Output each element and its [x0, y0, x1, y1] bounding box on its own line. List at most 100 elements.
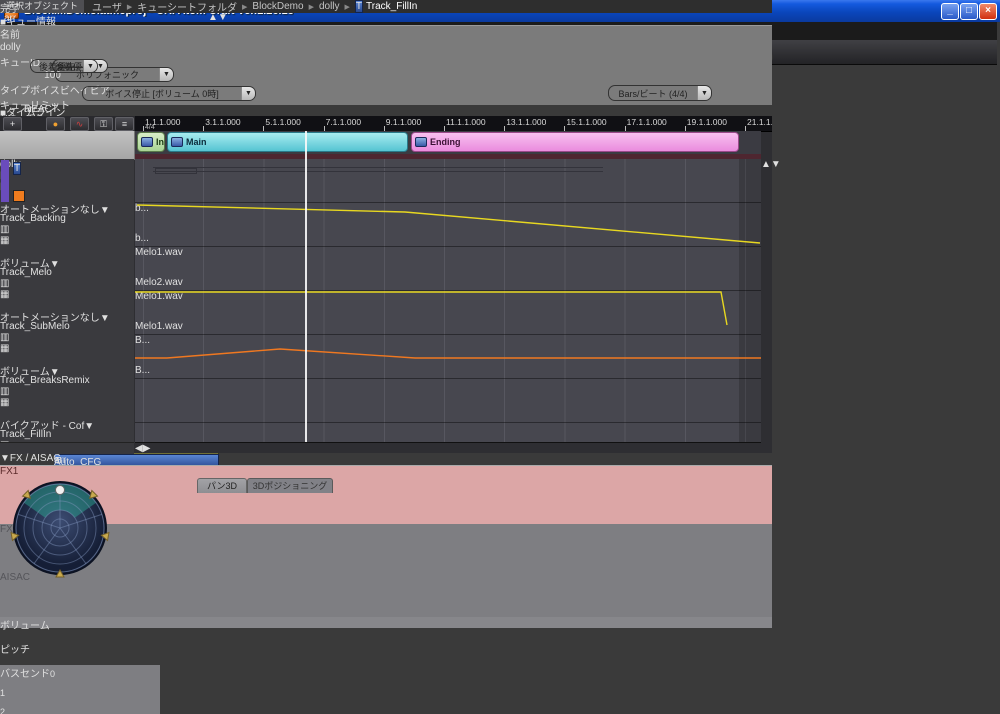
ruler-tick-label: 9.1.1.000: [386, 117, 421, 127]
clip[interactable]: Melo1.wav: [135, 247, 259, 277]
clip[interactable]: Melo2.wav: [135, 277, 257, 291]
clip-label: Melo2.wav: [135, 277, 183, 288]
fx-volume-slider[interactable]: [0, 632, 118, 641]
bus-send-slider[interactable]: [0, 699, 90, 707]
track-lane[interactable]: [135, 423, 761, 442]
priority-type-select-value: 後着優先: [31, 60, 83, 73]
pan3d-tab[interactable]: パン3D: [197, 478, 247, 493]
minimize-button[interactable]: _: [941, 3, 959, 20]
track-mute-button[interactable]: ▥: [0, 386, 134, 397]
ruler-tick-label: 5.1.1.000: [265, 117, 300, 127]
clip-header: B...: [135, 365, 165, 376]
timeline-v-scrollbar[interactable]: ▲▼: [761, 159, 772, 442]
lane-marker: [155, 168, 197, 174]
record-button[interactable]: ●: [46, 117, 65, 131]
track-header[interactable]: TTrack_Backing▥▦ボリューム▼: [0, 213, 134, 267]
timeline-ruler[interactable]: 1.1.1.0003.1.1.0005.1.1.0007.1.1.0009.1.…: [135, 116, 772, 132]
chevron-down-icon[interactable]: ▼: [241, 87, 255, 100]
timeline-toolbar: + ● ∿ ⚿≡: [0, 116, 135, 131]
breadcrumb-item[interactable]: キューシートフォルダ: [137, 0, 237, 14]
track-icon: T: [13, 162, 21, 175]
clip[interactable]: B...: [135, 335, 165, 365]
chevron-down-icon[interactable]: ▼: [84, 421, 94, 432]
track-grid-button[interactable]: ▦: [0, 343, 134, 354]
track-grid-button[interactable]: ▦: [0, 289, 134, 300]
voice-behavior-select-value: ボイス停止 [ボリューム 0時]: [83, 87, 241, 100]
chevron-down-icon[interactable]: ▼: [697, 86, 711, 100]
aisac-tab[interactable]: AISAC: [0, 572, 772, 617]
track-lane[interactable]: Melo1.wavMelo2.wavMelo1.wavMelo1.wavMelo…: [135, 247, 761, 291]
app-window: BlockIMDemo.atmcproj - CRI Atom Craft Ve…: [0, 0, 1000, 714]
block[interactable]: In: [137, 132, 165, 152]
close-button[interactable]: ×: [979, 3, 997, 20]
breadcrumb-item[interactable]: dolly: [319, 1, 340, 12]
fx-volume-label: ボリューム: [0, 621, 50, 632]
playhead[interactable]: [305, 131, 307, 442]
priority-type-select[interactable]: 後着優先▼: [30, 59, 98, 73]
track-volume-slider[interactable]: [0, 300, 70, 309]
automation-select[interactable]: ボリューム▼: [0, 255, 100, 267]
pan-3d-positioning-tab[interactable]: 3Dポジショニング: [247, 478, 333, 493]
track-volume-slider[interactable]: [0, 192, 70, 201]
track-lane[interactable]: Melo1.wavMelo1.wavMelo1.wavMelo1.wav: [135, 291, 761, 335]
waveform: [135, 433, 149, 442]
lock-button[interactable]: ⚿: [94, 117, 113, 131]
clip-label: B...: [135, 335, 150, 346]
track-volume-slider[interactable]: [0, 354, 70, 363]
automation-select[interactable]: バイクアッド - Cof▼: [0, 417, 100, 429]
breadcrumb-item[interactable]: ユーザ: [92, 0, 122, 14]
pan-circle[interactable]: [10, 478, 110, 578]
track-header[interactable]: TTrack_Melo▥▦オートメーションなし▼: [0, 267, 134, 321]
track-grid-button[interactable]: ▦: [0, 235, 134, 246]
block[interactable]: Ending: [411, 132, 739, 152]
track-volume-slider[interactable]: [0, 408, 70, 417]
track-grid-button[interactable]: ▦: [0, 397, 134, 408]
track-lane[interactable]: b...b...b...b...b...b...b...b...b...b...…: [135, 203, 761, 247]
display-unit-select[interactable]: Bars/ビート (4/4)▼: [608, 85, 712, 101]
breadcrumb-item[interactable]: Track_FillIn: [366, 1, 417, 12]
clip[interactable]: [135, 423, 149, 442]
clip-label: Melo1.wav: [135, 247, 183, 258]
list-view-button[interactable]: ≡: [115, 117, 134, 131]
scroll-thumb[interactable]: [761, 170, 772, 345]
clip-header: Melo1.wav: [135, 321, 195, 332]
add-track-button[interactable]: +: [3, 117, 22, 131]
track-header[interactable]: TTrack_BreaksRemix▥▦バイクアッド - Cof▼: [0, 375, 134, 429]
offtrack-shade: [739, 159, 761, 442]
track-content-area[interactable]: b...b...b...b...b...b...b...b...b...b...…: [135, 159, 761, 442]
bus-send-slider[interactable]: [0, 680, 90, 688]
scroll-up-button[interactable]: ▲: [761, 159, 771, 170]
track-lane[interactable]: B...B...B...B...B...B...B...B...: [135, 335, 761, 379]
automation-select[interactable]: オートメーションなし▼: [0, 309, 114, 321]
automation-select[interactable]: ボリューム▼: [0, 363, 100, 375]
scroll-down-button[interactable]: ▼: [771, 159, 781, 170]
chevron-down-icon[interactable]: ▼: [100, 205, 110, 216]
block[interactable]: Main: [167, 132, 408, 152]
maximize-button[interactable]: □: [960, 3, 978, 20]
breadcrumb-item[interactable]: BlockDemo: [252, 1, 303, 12]
track-volume-slider[interactable]: [0, 246, 70, 255]
clip-label: b...: [135, 233, 149, 244]
track-mute-button[interactable]: ▥: [0, 332, 134, 343]
clip[interactable]: b...: [135, 233, 163, 247]
fx-pitch-slider[interactable]: [0, 656, 118, 665]
clip[interactable]: Melo1.wav: [135, 291, 196, 321]
voice-behavior-select[interactable]: ボイス停止 [ボリューム 0時]▼: [82, 86, 256, 101]
clip[interactable]: B...: [135, 365, 165, 379]
chevron-down-icon[interactable]: ▼: [159, 68, 173, 81]
automation-color-swatch[interactable]: [13, 190, 25, 202]
selected-lane-hatch: [135, 379, 761, 401]
track-lane[interactable]: [135, 159, 761, 203]
automation-select[interactable]: オートメーションなし▼: [0, 201, 114, 213]
clip[interactable]: b...: [135, 203, 163, 233]
track-mute-button[interactable]: ▥: [0, 224, 134, 235]
automation-button[interactable]: ∿: [70, 117, 89, 131]
chevron-down-icon[interactable]: ▼: [100, 313, 110, 324]
track-mute-button[interactable]: ▥: [0, 278, 134, 289]
fx1-tab[interactable]: FX1: [0, 466, 772, 524]
track-lane[interactable]: [135, 379, 761, 423]
fx2-tab[interactable]: FX2: [0, 524, 772, 572]
chevron-down-icon[interactable]: ▼: [83, 60, 97, 72]
clip[interactable]: Melo1.wav: [135, 321, 195, 335]
track-header[interactable]: TTrack_SubMelo▥▦ボリューム▼: [0, 321, 134, 375]
